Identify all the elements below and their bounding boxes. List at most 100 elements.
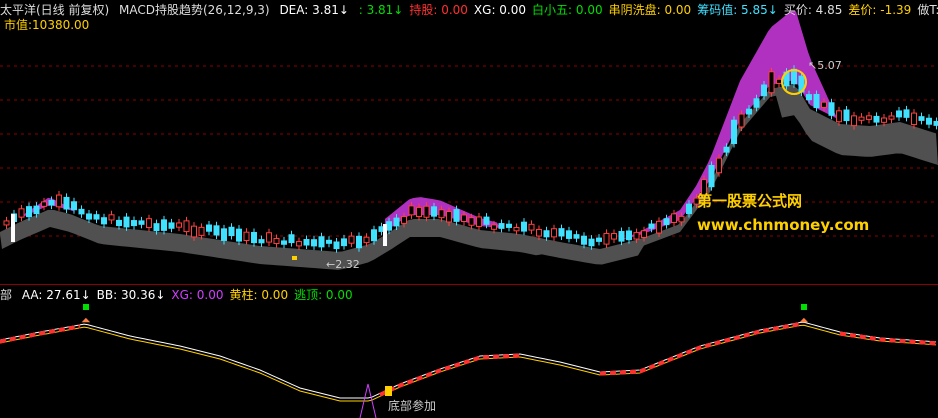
low-price-value: 2.32	[335, 258, 360, 271]
candle-body	[918, 116, 925, 121]
header-item: 串阴洗盘: 0.00	[608, 3, 692, 17]
candle-body	[656, 220, 662, 234]
stock-title[interactable]: 太平洋(日线 前复权)	[0, 3, 109, 17]
candle-body	[326, 239, 332, 244]
candle-body	[461, 214, 467, 223]
header-item: 买价: 4.85	[783, 3, 843, 17]
candle-body	[153, 223, 160, 232]
signal-marker	[292, 256, 297, 260]
candle-body	[71, 201, 77, 211]
candle-body	[573, 234, 580, 239]
candle-body	[101, 217, 107, 225]
candle-body	[431, 206, 437, 217]
candle-body	[588, 238, 595, 247]
candle-body	[56, 194, 62, 208]
candle-body	[498, 223, 505, 229]
header-item: 持股: 0.00	[409, 3, 468, 17]
candle-body	[671, 213, 677, 223]
header-item: 筹码值: 5.85↓	[697, 3, 778, 17]
candle-body	[221, 228, 227, 241]
watermark-url: www.chnmoney.com	[697, 216, 870, 234]
candle-body	[243, 231, 250, 241]
sub-indicator-values: AA: 27.61↓ BB: 30.36↓ XG: 0.00 黄柱: 0.00 逃顶: …	[22, 288, 359, 302]
candle-body	[483, 216, 490, 225]
low-price-label: ←2.32	[326, 258, 360, 271]
candle-body	[123, 216, 130, 228]
escape-top-marker	[83, 304, 89, 310]
candle-body	[468, 217, 475, 226]
candle-body	[873, 115, 880, 123]
candle-body	[888, 115, 895, 120]
candle-body	[303, 239, 310, 246]
market-value: 10380.00	[32, 18, 90, 32]
candle-body	[708, 164, 715, 188]
sub-header-item: XG: 0.00	[171, 288, 224, 302]
candle-body	[401, 216, 407, 224]
sub-header-item: 黄柱: 0.00	[229, 288, 289, 302]
candle-body	[371, 229, 377, 242]
market-value-row: 市值:10380.00	[4, 17, 95, 33]
header-item: XG: 0.00	[473, 3, 527, 17]
candle-body	[251, 231, 257, 244]
sub-prefix: 部	[0, 288, 13, 302]
candle-body	[738, 113, 745, 128]
candle-body	[416, 206, 422, 218]
candle-body	[596, 237, 602, 242]
candle-body	[551, 228, 557, 238]
candle-body	[41, 201, 47, 207]
candle-body	[423, 205, 430, 218]
candle-body	[48, 200, 55, 206]
top-glyph: ⏶	[81, 313, 91, 327]
candle-body	[228, 226, 235, 237]
candle-body	[648, 223, 655, 229]
candle-body	[686, 203, 692, 215]
candle-body	[348, 235, 355, 244]
candle-body	[611, 233, 617, 240]
indicator-chart: ⏶ ⏶	[0, 304, 937, 418]
top-glyph: ⏶	[799, 313, 809, 327]
escape-top-marker	[801, 304, 807, 310]
candle-body	[896, 110, 902, 118]
candle-body	[476, 216, 482, 227]
candle-body	[558, 228, 565, 237]
candle-body	[18, 208, 25, 218]
candle-body	[363, 236, 370, 244]
candle-body	[236, 228, 242, 242]
candle-body	[851, 115, 857, 127]
price-chart	[0, 10, 938, 270]
candle-body	[168, 222, 175, 229]
candle-body	[911, 112, 917, 126]
indicator-panel[interactable]: ⏶ ⏶	[0, 284, 938, 418]
candle-body	[843, 109, 850, 122]
candle-body	[521, 221, 527, 232]
indicator-name[interactable]: MACD持股趋势(26,12,9,3)	[119, 3, 270, 17]
main-indicator-header: 太平洋(日线 前复权) MACD持股趋势(26,12,9,3) DEA: 3.8…	[0, 2, 938, 18]
bottom-join-label: 底部参加	[388, 399, 437, 413]
candle-body	[266, 232, 272, 243]
candle-body	[776, 78, 782, 84]
candle-body	[528, 223, 535, 231]
candle-body	[356, 235, 362, 249]
watermark-title: 第一股票公式网	[697, 192, 803, 210]
candle-body	[723, 146, 730, 153]
header-item: : 3.81↓	[354, 3, 404, 17]
candle-body	[603, 232, 610, 245]
candle-body	[108, 214, 115, 221]
candle-body	[198, 226, 205, 236]
candle-body	[933, 120, 938, 126]
candle-body	[806, 94, 812, 101]
candle-body	[318, 236, 325, 248]
sub-header-item: 逃顶: 0.00	[294, 288, 353, 302]
market-value-label: 市值:	[4, 18, 33, 32]
price-chart-panel[interactable]	[0, 0, 938, 284]
header-item: DEA: 3.81↓	[279, 3, 349, 17]
candle-body	[641, 230, 647, 238]
candle-body	[731, 119, 737, 144]
candle-body	[386, 221, 392, 231]
candle-body	[753, 98, 760, 108]
candle-body	[183, 220, 190, 233]
candle-body	[206, 224, 212, 232]
candle-body	[213, 225, 220, 236]
candle-body	[288, 234, 295, 244]
candle-body	[393, 217, 400, 227]
